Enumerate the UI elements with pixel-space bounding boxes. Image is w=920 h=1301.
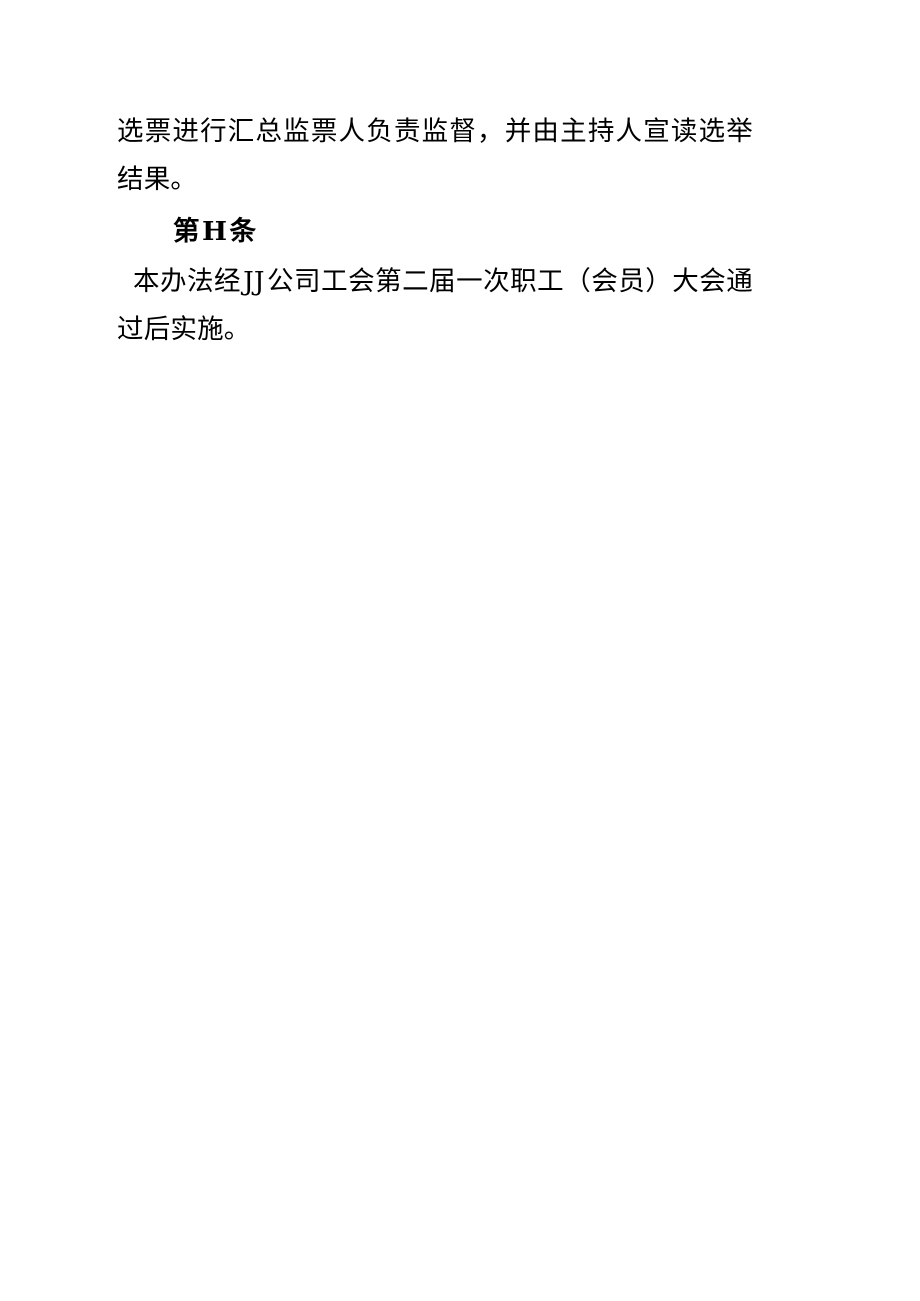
paragraph-closing-segment-1: 本办法经 — [133, 266, 242, 297]
company-code: JJ — [243, 266, 265, 297]
article-heading-prefix: 第 — [173, 216, 200, 247]
article-heading-suffix: 条 — [229, 216, 257, 247]
paragraph-continuation: 选票进行汇总监票人负责监督，并由主持人宣读选举结果。 — [117, 116, 753, 195]
document-page: 选票进行汇总监票人负责监督，并由主持人宣读选举结果。 第H条 本办法经JJ公司工… — [0, 0, 920, 1301]
blank-page-area — [0, 320, 920, 1301]
document-text-body: 选票进行汇总监票人负责监督，并由主持人宣读选举结果。 第H条 本办法经JJ公司工… — [117, 108, 753, 354]
article-heading: 第H条 — [117, 208, 753, 256]
article-heading-number: H — [202, 216, 228, 247]
